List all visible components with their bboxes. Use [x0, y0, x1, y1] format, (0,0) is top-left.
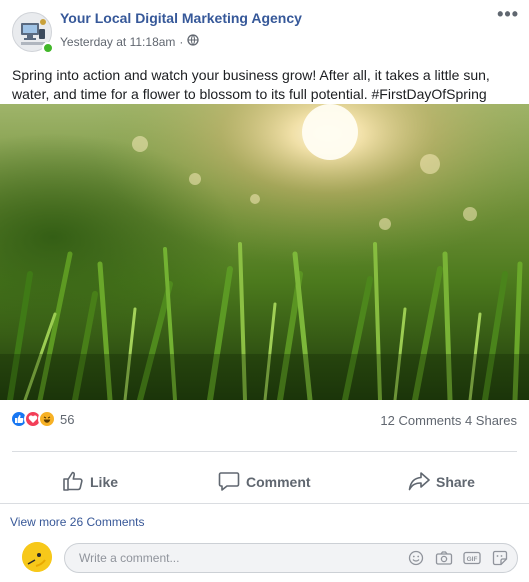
comment-label: Comment — [246, 474, 311, 490]
online-status-indicator — [42, 42, 54, 54]
gif-icon[interactable]: GIF — [463, 550, 481, 566]
sticker-icon[interactable] — [491, 550, 509, 566]
comment-tools: GIF — [407, 550, 509, 566]
reaction-count: 56 — [60, 411, 75, 427]
user-avatar[interactable] — [22, 542, 52, 572]
post-meta: Yesterday at 11:18am · — [60, 34, 200, 49]
comment-input[interactable] — [79, 544, 359, 572]
meta-separator: · — [179, 34, 184, 49]
share-label: Share — [436, 474, 475, 490]
globe-icon[interactable] — [187, 34, 200, 49]
post-image[interactable] — [0, 104, 529, 400]
divider — [0, 503, 529, 504]
svg-text:GIF: GIF — [467, 556, 478, 563]
post-actions: Like Comment Share — [0, 462, 529, 502]
divider — [12, 451, 517, 452]
haha-icon — [38, 410, 56, 428]
post-text: Spring into action and watch your busine… — [12, 67, 490, 102]
more-options-icon[interactable]: ••• — [497, 4, 519, 25]
reactions-summary[interactable]: 56 — [10, 410, 74, 428]
like-button[interactable]: Like — [62, 462, 118, 502]
post-timestamp[interactable]: Yesterday at 11:18am — [60, 35, 175, 49]
share-button[interactable]: Share — [408, 462, 475, 502]
comment-icon — [218, 471, 240, 494]
page-avatar[interactable] — [12, 12, 54, 54]
post-header: Your Local Digital Marketing Agency Yest… — [0, 0, 529, 62]
comment-box: GIF — [64, 543, 518, 573]
share-arrow-icon — [408, 471, 430, 494]
comment-button[interactable]: Comment — [218, 462, 311, 502]
emoji-icon[interactable] — [407, 550, 425, 566]
view-more-comments-link[interactable]: View more 26 Comments — [10, 515, 145, 529]
comments-shares-count[interactable]: 12 Comments 4 Shares — [380, 413, 517, 428]
like-label: Like — [90, 474, 119, 490]
camera-icon[interactable] — [435, 550, 453, 566]
comment-composer: GIF — [0, 538, 529, 578]
post-author-name[interactable]: Your Local Digital Marketing Agency — [60, 10, 302, 26]
thumbs-up-icon — [62, 471, 84, 494]
